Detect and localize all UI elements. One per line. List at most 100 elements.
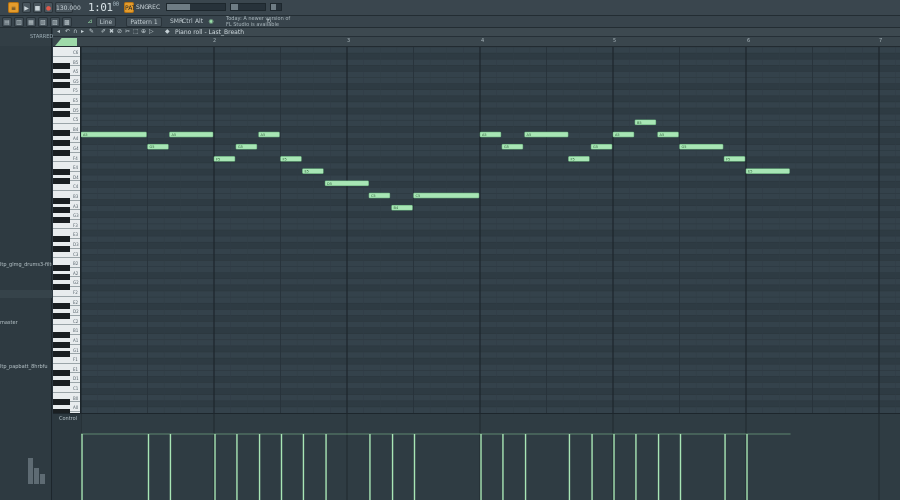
black-key[interactable] [53, 399, 70, 406]
bar-number: 4 [481, 38, 485, 44]
online-icon[interactable]: ◉ [206, 17, 216, 27]
piano-keyboard[interactable]: C6 B5 A5 G5 F5 E5 D5 C5 B4 A4 G4 F4 E4 D4 C4 B3 A3 G3 F3 E3… [53, 47, 81, 413]
control-background [81, 414, 900, 500]
pat-mode-button[interactable]: PAT [124, 2, 136, 13]
black-key[interactable] [53, 341, 70, 348]
black-key[interactable] [53, 149, 70, 156]
alt-button[interactable]: Alt [194, 17, 204, 27]
black-key[interactable] [53, 216, 70, 223]
control-lane[interactable]: Control [53, 413, 900, 500]
playback-icon[interactable]: ▷ [149, 29, 155, 35]
record-button[interactable]: ● [44, 2, 53, 13]
rec-mode-button[interactable]: REC [148, 2, 160, 13]
undo-icon[interactable]: ↶ [65, 29, 71, 35]
timeline-ruler[interactable]: 2 3 4 5 6 7 [53, 37, 900, 47]
browser-icon[interactable]: ▨ [50, 17, 60, 27]
ctrl-button[interactable]: Ctrl [182, 17, 193, 27]
play-icon[interactable]: ▸ [81, 29, 87, 35]
black-key[interactable] [53, 236, 70, 242]
mute-icon[interactable]: ⊘ [117, 29, 123, 35]
news-hint[interactable]: Today: A newer version of FL Studio is a… [226, 16, 290, 28]
black-key[interactable] [53, 274, 70, 281]
key-label: F2 [73, 290, 78, 295]
delete-icon[interactable]: ✖ [109, 29, 115, 35]
browser-item[interactable]: ltp_papbatt_8hrbfu [0, 364, 52, 370]
black-key[interactable] [53, 207, 70, 214]
step-mode-select[interactable]: Line [96, 17, 116, 27]
midi-note[interactable] [413, 192, 480, 199]
chevron-icon[interactable]: ◆ [165, 29, 171, 35]
tempo-display[interactable]: 130.000 [55, 2, 81, 13]
view-icon[interactable]: ▤ [2, 17, 12, 27]
arrow-menu-icon[interactable]: ◂ [57, 29, 63, 35]
note-label: C5 [416, 194, 421, 198]
note-label: A5 [615, 133, 620, 137]
key-label: A1 [73, 338, 79, 343]
black-key[interactable] [53, 111, 70, 118]
black-key[interactable] [53, 168, 70, 175]
mixer-icon[interactable]: ▥ [14, 17, 24, 27]
black-key[interactable] [53, 264, 70, 271]
black-key-row [81, 230, 900, 237]
black-key[interactable] [53, 312, 70, 319]
note-label: G5 [593, 145, 598, 149]
black-key-row [81, 126, 900, 133]
black-key[interactable] [53, 82, 70, 89]
key-label: C4 [73, 184, 79, 190]
play-button[interactable]: ▶ [22, 2, 31, 13]
song-time-display[interactable]: 1:0100 [88, 1, 119, 14]
black-key[interactable] [53, 284, 70, 290]
browser-item[interactable]: ltp_glmg_drums3-filter [0, 262, 52, 268]
note-label: C5 [371, 194, 376, 198]
pencil-icon[interactable]: ✎ [89, 29, 95, 35]
note-grid[interactable]: A5 G5 A5 F5 G5 A5 F5 E5 D5 C5 B4 C5 A5 G5 A5 F5 G5 A5 B5 A5… [81, 47, 900, 413]
zoom-icon[interactable]: ⊕ [141, 29, 147, 35]
smr-button[interactable]: SMR [170, 17, 183, 27]
black-key[interactable] [53, 303, 70, 310]
black-key-row [81, 376, 900, 383]
black-key[interactable] [53, 72, 70, 79]
velocity-canvas[interactable] [81, 414, 900, 500]
playlist-icon[interactable]: ▩ [62, 17, 72, 27]
brush-icon[interactable]: ✐ [101, 29, 107, 35]
key-label: D3 [73, 242, 79, 247]
magnet-icon[interactable]: ∩ [73, 29, 79, 35]
select-icon[interactable]: ⬚ [133, 29, 139, 35]
key-label: G4 [73, 146, 79, 151]
stop-button[interactable]: ■ [33, 2, 42, 13]
black-key[interactable] [53, 245, 70, 252]
black-key[interactable] [53, 351, 70, 358]
black-key[interactable] [53, 63, 70, 70]
black-key[interactable] [53, 130, 70, 137]
note-label: F5 [570, 157, 574, 161]
black-key[interactable] [53, 101, 70, 108]
key-label: G1 [73, 347, 79, 353]
midi-note[interactable] [745, 168, 790, 174]
slice-icon[interactable]: ✂ [125, 29, 131, 35]
key-label: C6 [73, 50, 79, 55]
black-key[interactable] [53, 140, 70, 146]
loop-marker[interactable] [55, 38, 77, 46]
black-key[interactable] [53, 380, 70, 386]
midi-note[interactable] [81, 131, 147, 138]
key-label: C1 [73, 386, 79, 391]
key-label: F4 [73, 155, 78, 161]
master-volume-meter[interactable] [166, 3, 226, 11]
menu-button[interactable]: ≡ [8, 2, 19, 13]
black-key[interactable] [53, 370, 70, 377]
snap-icon[interactable]: ⊿ [86, 17, 94, 27]
note-label: F5 [726, 157, 730, 161]
channel-rack-icon[interactable]: ▦ [26, 17, 36, 27]
browser-item[interactable]: master [0, 320, 52, 326]
black-key[interactable] [53, 197, 70, 204]
black-key[interactable] [53, 178, 70, 185]
key-label: A4 [73, 136, 79, 142]
black-key-row [81, 211, 900, 218]
note-grid-canvas[interactable]: A5 G5 A5 F5 G5 A5 F5 E5 D5 C5 B4 C5 A5 G5 A5 F5 G5 A5 B5 A5… [81, 47, 900, 413]
song-mode-button[interactable]: SNG [136, 2, 149, 13]
piano-roll-icon[interactable]: ▧ [38, 17, 48, 27]
pattern-selector[interactable]: Pattern 1 [126, 17, 162, 27]
browser-header[interactable]: STARRED [0, 28, 53, 46]
update-icon[interactable]: ↻ [265, 17, 273, 27]
black-key[interactable] [53, 332, 70, 338]
